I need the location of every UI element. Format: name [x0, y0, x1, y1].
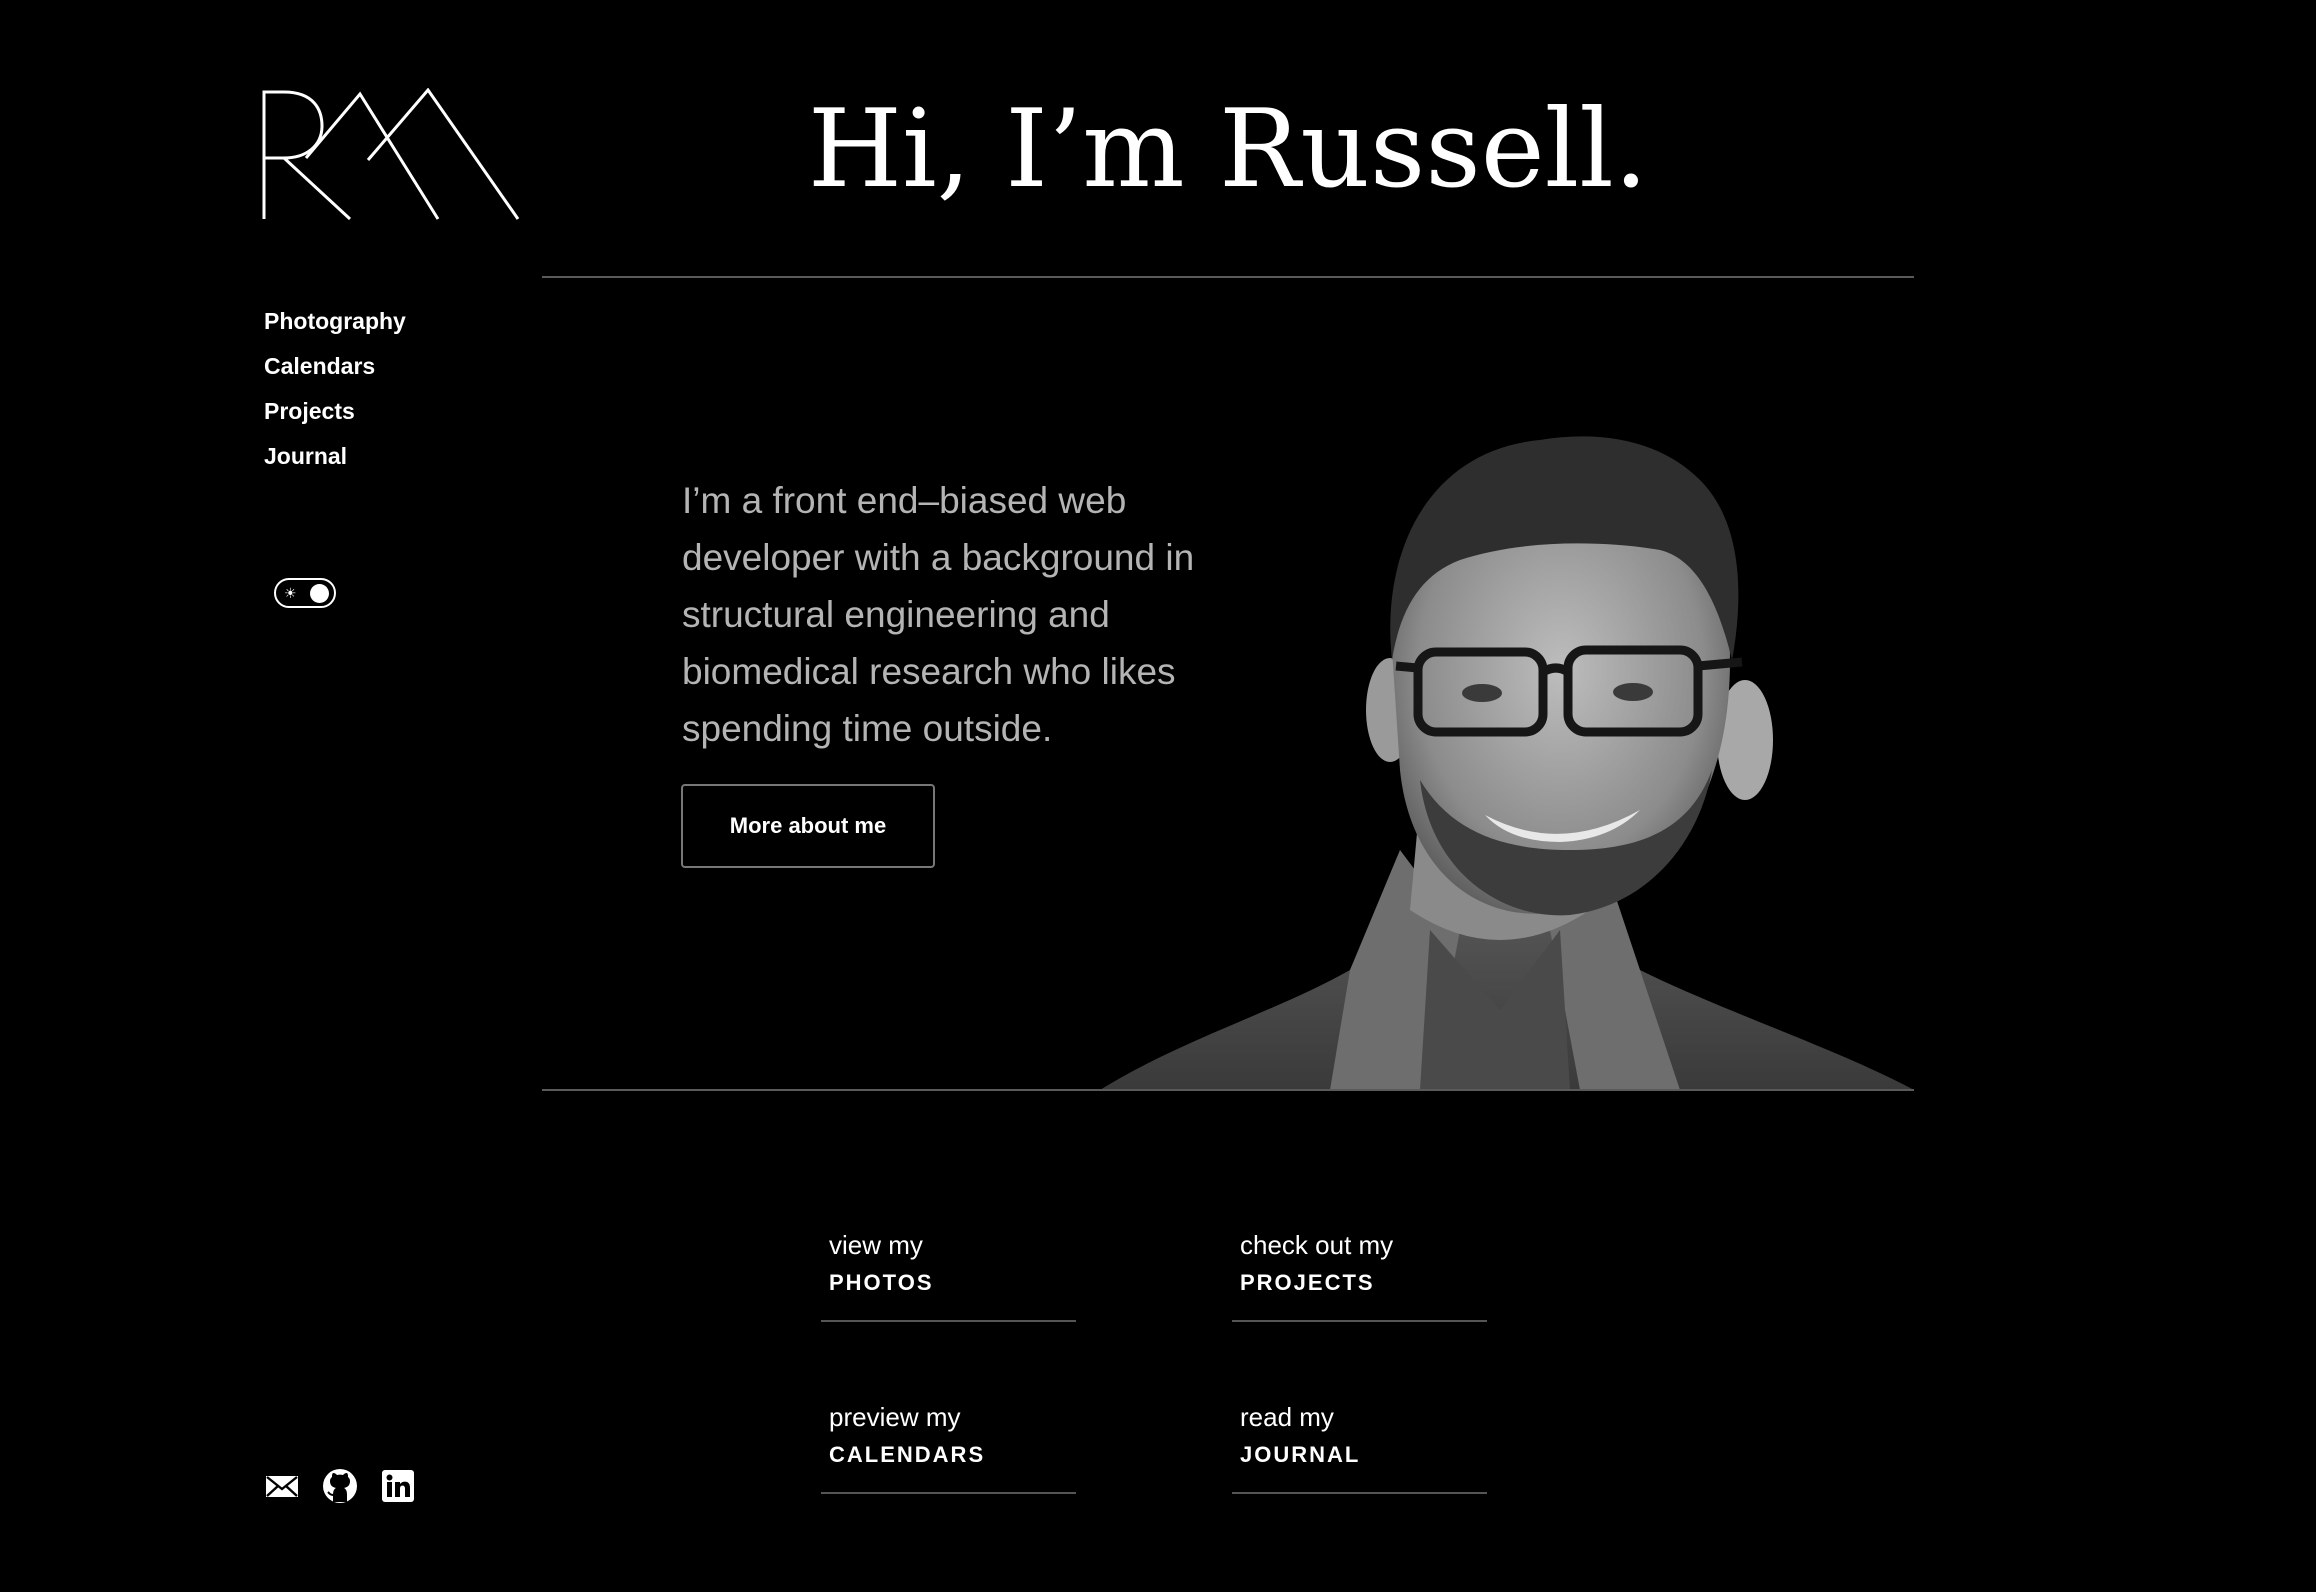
- journal-link-label: JOURNAL: [1240, 1442, 1361, 1467]
- calendars-link[interactable]: preview my CALENDARS: [821, 1400, 1076, 1500]
- more-about-me-button[interactable]: More about me: [681, 784, 935, 868]
- nav-item-projects[interactable]: Projects: [264, 394, 406, 439]
- github-icon[interactable]: [322, 1468, 358, 1504]
- projects-link-prefix: check out my: [1240, 1230, 1394, 1260]
- projects-link-label: PROJECTS: [1240, 1270, 1375, 1295]
- linkedin-icon[interactable]: [380, 1468, 416, 1504]
- nav-item-photography[interactable]: Photography: [264, 304, 406, 349]
- mail-icon[interactable]: [264, 1468, 300, 1504]
- divider-bottom: [542, 1089, 1914, 1091]
- photos-link-label: PHOTOS: [829, 1270, 934, 1295]
- nav-item-journal[interactable]: Journal: [264, 439, 406, 484]
- sun-icon: ☀: [284, 585, 297, 601]
- divider-top: [542, 276, 1914, 278]
- projects-link[interactable]: check out my PROJECTS: [1232, 1228, 1487, 1328]
- journal-link-prefix: read my: [1240, 1402, 1334, 1432]
- photos-link[interactable]: view my PHOTOS: [821, 1228, 1076, 1328]
- calendars-link-underline: [821, 1492, 1076, 1494]
- journal-link[interactable]: read my JOURNAL: [1232, 1400, 1487, 1500]
- rm-logo[interactable]: [262, 88, 520, 220]
- calendars-link-prefix: preview my: [829, 1402, 961, 1432]
- projects-link-underline: [1232, 1320, 1487, 1322]
- toggle-knob: [310, 584, 329, 603]
- portrait-photo: [1100, 436, 1914, 1090]
- main-nav: Photography Calendars Projects Journal: [264, 304, 406, 484]
- page-title: Hi, I’m Russell.: [807, 87, 1649, 212]
- theme-toggle[interactable]: ☀: [274, 578, 336, 608]
- photos-link-prefix: view my: [829, 1230, 923, 1260]
- nav-item-calendars[interactable]: Calendars: [264, 349, 406, 394]
- photos-link-underline: [821, 1320, 1076, 1322]
- calendars-link-label: CALENDARS: [829, 1442, 986, 1467]
- journal-link-underline: [1232, 1492, 1487, 1494]
